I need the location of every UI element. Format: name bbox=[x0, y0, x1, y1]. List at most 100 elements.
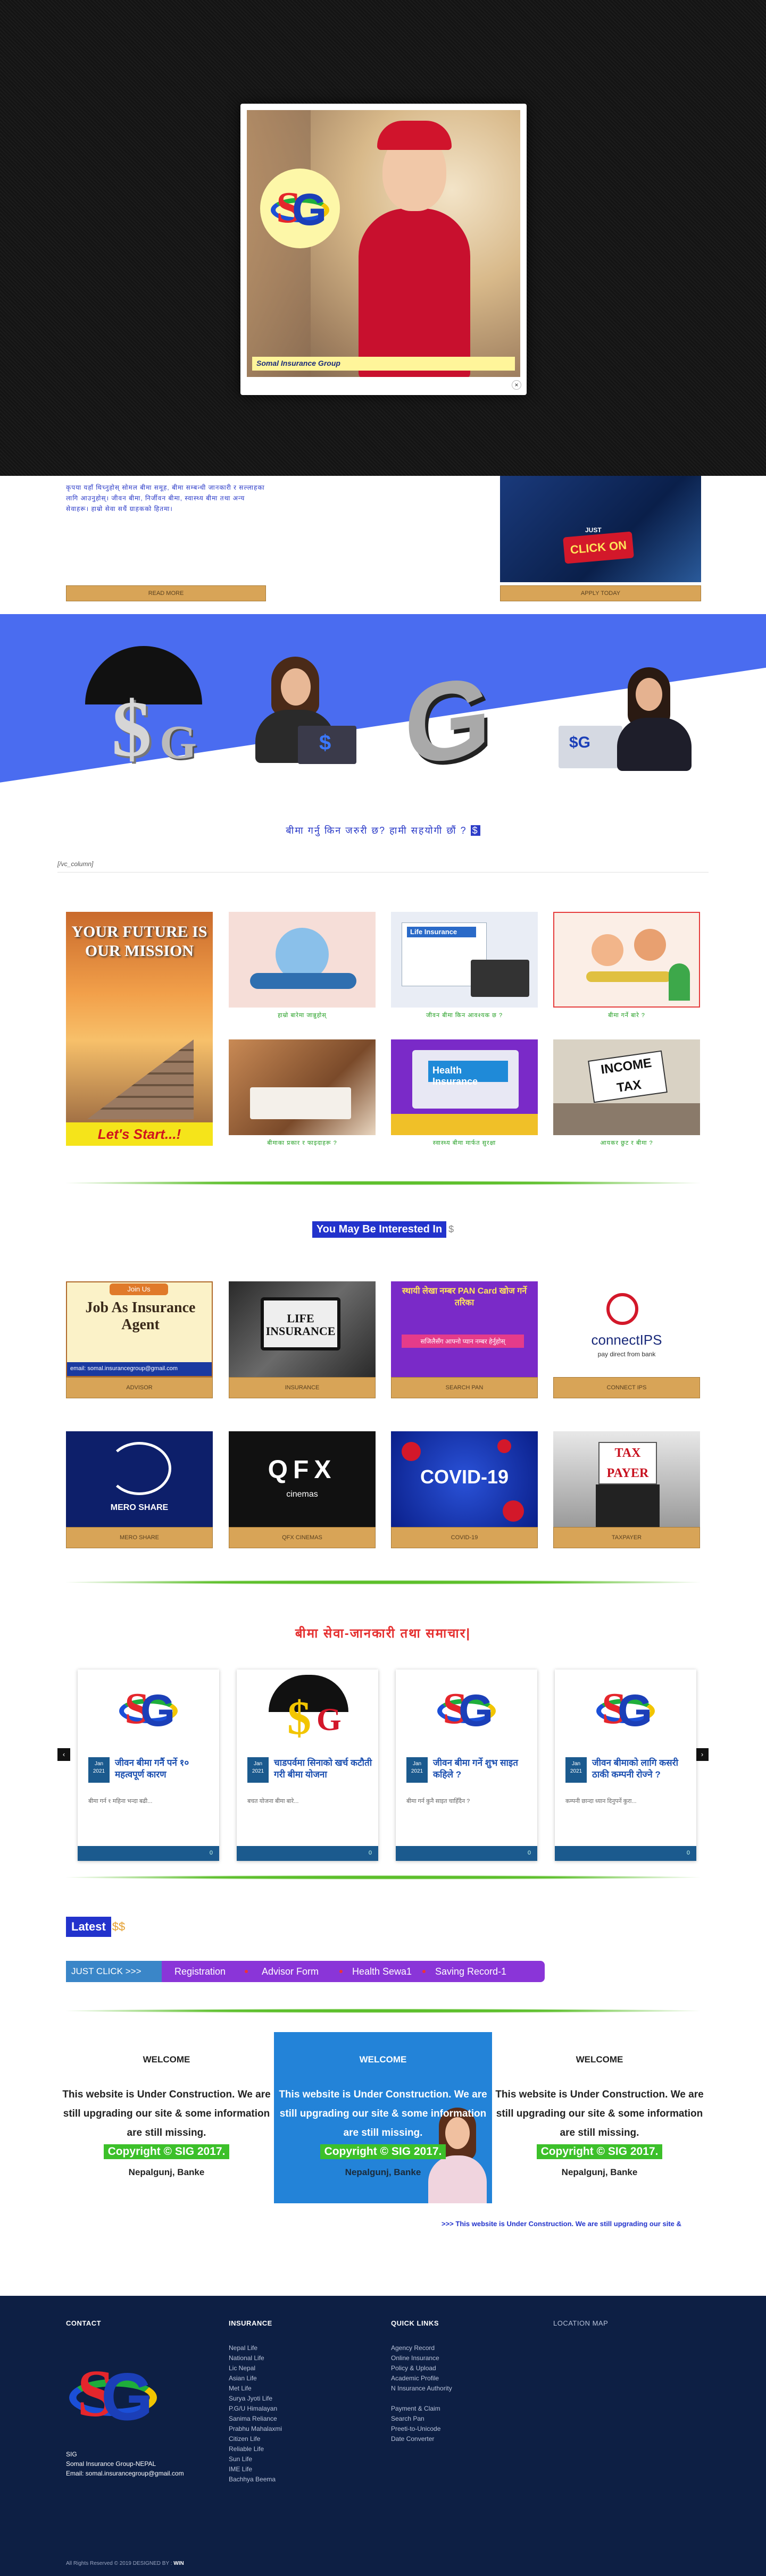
footer-link[interactable]: Preeti-to-Unicode bbox=[391, 2424, 452, 2434]
ticker-link-saving-record[interactable]: Saving Record-1 bbox=[435, 1961, 506, 1982]
card-qfx[interactable]: QFX cinemas QFX Cinemas bbox=[229, 1431, 376, 1548]
page: SG Somal Insurance Group × कृपया यहाँ थि… bbox=[0, 0, 766, 2576]
shortcode-text: [/vc_column] bbox=[57, 860, 94, 868]
footer-link[interactable]: Citizen Life bbox=[229, 2434, 282, 2444]
green-divider bbox=[66, 1580, 700, 1584]
footer-link[interactable]: Nepal Life bbox=[229, 2343, 282, 2353]
advisor-button[interactable]: ADVISOR bbox=[66, 1377, 213, 1398]
footer-link[interactable]: P.G/U Himalayan bbox=[229, 2404, 282, 2414]
news-title[interactable]: जीवन बीमा गर्नै पर्ने १० महत्वपूर्ण कारण bbox=[115, 1757, 213, 1781]
footer-company-short: SIG bbox=[66, 2451, 77, 2458]
apply-today-button[interactable]: APPLY TODAY bbox=[500, 585, 701, 601]
umbrella-dollar-image: $ G bbox=[74, 646, 213, 779]
card-search-pan[interactable]: स्थायी लेखा नम्बर PAN Card खोज गर्ने तरि… bbox=[391, 1281, 538, 1398]
read-more-button[interactable]: READ MORE bbox=[66, 585, 266, 601]
grid-caption-4[interactable]: बीमाका प्रकार र फाइदाहरू ? bbox=[229, 1139, 376, 1147]
connect-ips-button[interactable]: CONNECT IPS bbox=[553, 1377, 700, 1398]
news-card[interactable]: SG Jan 2021 जीवन बीमाको लागि कसरी ठाकी क… bbox=[555, 1669, 696, 1861]
grid-caption-6[interactable]: आयकर छुट र बीमा ? bbox=[553, 1139, 700, 1147]
insurance-button[interactable]: INSURANCE bbox=[229, 1377, 376, 1398]
mission-title: YOUR FUTURE IS OUR MISSION bbox=[71, 923, 207, 960]
apply-image-click: CLICK ON bbox=[563, 531, 634, 564]
footer-link[interactable]: Sun Life bbox=[229, 2454, 282, 2464]
footer-link[interactable]: Date Converter bbox=[391, 2434, 452, 2444]
news-title[interactable]: जीवन बीमाको लागि कसरी ठाकी कम्पनी रोज्ने… bbox=[592, 1757, 690, 1781]
footer-link[interactable]: Reliable Life bbox=[229, 2444, 282, 2454]
apply-image[interactable]: JUST CLICK ON bbox=[500, 476, 701, 582]
footer-logo[interactable]: SG bbox=[69, 2355, 157, 2435]
footer-link[interactable]: Lic Nepal bbox=[229, 2363, 282, 2373]
mero-share-button[interactable]: MERO SHARE bbox=[66, 1527, 213, 1548]
qfx-button[interactable]: QFX Cinemas bbox=[229, 1527, 376, 1548]
news-date: Jan 2021 bbox=[565, 1757, 587, 1783]
news-card[interactable]: SG Jan 2021 जीवन बीमा गर्ने शुभ साइत कहि… bbox=[396, 1669, 537, 1861]
welcome-column-highlight: WELCOME This website is Under Constructi… bbox=[274, 2032, 492, 2203]
search-pan-button[interactable]: SEARCH PAN bbox=[391, 1377, 538, 1398]
grid-caption-1[interactable]: हाम्रो बारेमा जान्नुहोस् bbox=[229, 1011, 376, 1019]
welcome-city: Nepalgunj, Banke bbox=[561, 2167, 638, 2177]
mission-cta: Let's Start...! bbox=[66, 1122, 213, 1146]
footer-link[interactable]: IME Life bbox=[229, 2464, 282, 2474]
covid-button[interactable]: COVID-19 bbox=[391, 1527, 538, 1548]
footer-email[interactable]: Email: somal.insurancegroup@gmail.com bbox=[66, 2469, 184, 2478]
card-connect-ips[interactable]: connectIPS pay direct from bank CONNECT … bbox=[553, 1281, 700, 1398]
footer-link[interactable]: Surya Jyoti Life bbox=[229, 2394, 282, 2404]
footer-quick-title: QUICK LINKS bbox=[391, 2319, 439, 2327]
grid-caption-5[interactable]: स्वास्थ्य बीमा मार्फत सुरक्षा bbox=[391, 1139, 538, 1147]
ticker-link-advisor-form[interactable]: Advisor Form bbox=[262, 1961, 319, 1982]
card-taxpayer[interactable]: TAX PAYER TAXPAYER bbox=[553, 1431, 700, 1548]
footer-link[interactable]: Search Pan bbox=[391, 2414, 452, 2424]
news-date: Jan 2021 bbox=[247, 1757, 269, 1783]
footer-link[interactable]: National Life bbox=[229, 2353, 282, 2363]
footer-link[interactable]: Sanima Reliance bbox=[229, 2414, 282, 2424]
latest-ticker: JUST CLICK >>> Registration Advisor Form… bbox=[66, 1961, 545, 1982]
footer-link[interactable]: Agency Record bbox=[391, 2343, 452, 2353]
slider-prev-button[interactable]: ‹ bbox=[57, 1748, 70, 1761]
card-covid[interactable]: COVID-19 COVID-19 bbox=[391, 1431, 538, 1548]
grid-image-office[interactable] bbox=[229, 1039, 376, 1135]
grid-image-life-insurance[interactable]: Life Insurance bbox=[391, 912, 538, 1008]
modal-overlay[interactable]: SG Somal Insurance Group × bbox=[0, 0, 766, 476]
news-title[interactable]: चाडपर्वमा सिनाको खर्च कटौती गरी बीमा योज… bbox=[274, 1757, 372, 1781]
footer-link[interactable]: Payment & Claim bbox=[391, 2404, 452, 2414]
card-taxpayer-image: TAX PAYER bbox=[553, 1431, 700, 1527]
footer-link[interactable]: Online Insurance bbox=[391, 2353, 452, 2363]
ticker-link-registration[interactable]: Registration bbox=[174, 1961, 226, 1982]
footer-link[interactable]: Met Life bbox=[229, 2384, 282, 2394]
grid-image-health-insurance[interactable]: Health Insurance bbox=[391, 1039, 538, 1135]
sig-logo-icon: SG bbox=[596, 1683, 655, 1736]
latest-heading: Latest $$ bbox=[66, 1917, 125, 1937]
green-divider bbox=[66, 1181, 700, 1185]
news-card[interactable]: SG Jan 2021 जीवन बीमा गर्नै पर्ने १० महत… bbox=[78, 1669, 219, 1861]
footer-map-title: LOCATION MAP bbox=[553, 2319, 609, 2327]
welcome-copyright: Copyright © SIG 2017. bbox=[536, 2144, 663, 2159]
news-card[interactable]: $ G Jan 2021 चाडपर्वमा सिनाको खर्च कटौती… bbox=[237, 1669, 378, 1861]
footer-link[interactable]: N Insurance Authority bbox=[391, 2384, 452, 2394]
ticker-link-health-sewa[interactable]: Health Sewa1 bbox=[352, 1961, 412, 1982]
news-title[interactable]: जीवन बीमा गर्ने शुभ साइत कहिले ? bbox=[433, 1757, 531, 1781]
card-insurance[interactable]: LIFE INSURANCE INSURANCE bbox=[229, 1281, 376, 1398]
grid-image-income-tax[interactable]: INCOME TAX bbox=[553, 1039, 700, 1135]
footer-link[interactable]: Policy & Upload bbox=[391, 2363, 452, 2373]
card-insurance-image: LIFE INSURANCE bbox=[229, 1281, 376, 1377]
popup-logo-sign: SG bbox=[260, 169, 340, 248]
grid-image-hands[interactable] bbox=[229, 912, 376, 1008]
card-mero-share[interactable]: MERO SHARE MERO SHARE bbox=[66, 1431, 213, 1548]
footer-link[interactable]: Academic Profile bbox=[391, 2373, 452, 2384]
news-excerpt: कम्पनी छान्दा ध्यान दिनुपर्ने कुरा... bbox=[565, 1798, 637, 1805]
card-advisor[interactable]: Join Us Job As Insurance Agent email: so… bbox=[66, 1281, 213, 1398]
designer-link[interactable]: WIN bbox=[173, 2561, 184, 2566]
close-icon[interactable]: × bbox=[512, 380, 521, 390]
footer-link[interactable]: Asian Life bbox=[229, 2373, 282, 2384]
news-excerpt: बीमा गर्न कुनै साइत चाहिँदैन ? bbox=[406, 1798, 470, 1805]
taxpayer-button[interactable]: TAXPAYER bbox=[553, 1527, 700, 1548]
grid-image-cafe[interactable] bbox=[553, 912, 700, 1008]
mission-banner[interactable]: YOUR FUTURE IS OUR MISSION Let's Start..… bbox=[66, 912, 213, 1146]
grid-caption-2[interactable]: जीवन बीमा किन आवश्यक छ ? bbox=[391, 1011, 538, 1019]
popup-promo-image[interactable]: SG Somal Insurance Group bbox=[247, 110, 520, 377]
footer-link[interactable]: Prabhu Mahalaxmi bbox=[229, 2424, 282, 2434]
mero-share-logo-icon bbox=[107, 1442, 171, 1495]
slider-next-button[interactable]: › bbox=[696, 1748, 709, 1761]
grid-caption-3[interactable]: बीमा गर्ने बारे ? bbox=[553, 1011, 700, 1019]
footer-link[interactable]: Bachhya Beema bbox=[229, 2474, 282, 2485]
